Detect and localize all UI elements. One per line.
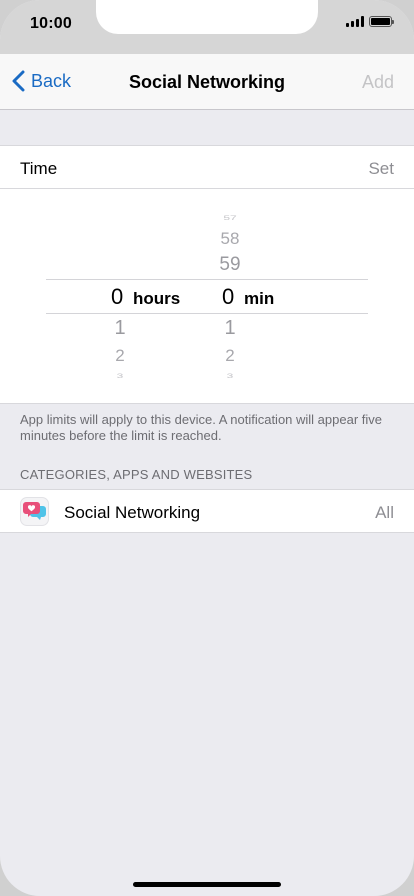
social-networking-icon <box>20 497 49 526</box>
add-button[interactable]: Add <box>362 72 394 93</box>
hours-option[interactable]: 3 <box>105 373 135 380</box>
hours-option[interactable]: 1 <box>105 317 135 340</box>
minutes-option[interactable]: 2 <box>215 346 245 366</box>
minutes-selected-value: 0 <box>222 284 235 309</box>
cellular-signal-icon <box>346 16 364 27</box>
home-indicator[interactable] <box>133 882 281 887</box>
page-title: Social Networking <box>128 72 286 92</box>
chat-bubbles-icon <box>23 502 46 520</box>
category-value: All <box>375 503 394 522</box>
time-value: Set <box>368 159 394 178</box>
status-time: 10:00 <box>30 15 72 32</box>
category-label: Social Networking <box>64 503 201 522</box>
minutes-option[interactable]: 1 <box>215 317 245 340</box>
time-label: Time <box>20 159 58 178</box>
minutes-option[interactable]: 59 <box>215 254 245 276</box>
time-picker[interactable]: 0 hours 1 2 3 57 58 59 0 min 1 2 3 <box>0 189 414 404</box>
picker-selection-band <box>46 279 368 314</box>
status-icons <box>346 16 394 27</box>
minutes-option[interactable]: 57 <box>215 215 245 222</box>
hours-option[interactable]: 2 <box>105 346 135 366</box>
minutes-option[interactable]: 3 <box>215 373 245 380</box>
status-bar: 10:00 <box>0 0 414 54</box>
category-row-social-networking[interactable]: Social Networking All <box>0 489 414 533</box>
phone-screen: 10:00 Back Social Networking Add Time Se… <box>0 0 414 896</box>
navigation-bar: Back Social Networking Add <box>0 54 414 110</box>
section-header: CATEGORIES, APPS AND WEBSITES <box>20 467 253 482</box>
hours-selected-value: 0 <box>111 284 124 309</box>
minutes-option[interactable]: 58 <box>215 229 245 249</box>
notch <box>96 0 318 34</box>
battery-icon <box>369 16 394 27</box>
hours-unit: hours <box>133 289 181 308</box>
app-limit-note: App limits will apply to this device. A … <box>20 412 383 443</box>
time-row[interactable]: Time Set <box>0 145 414 189</box>
minutes-unit: min <box>244 289 275 308</box>
